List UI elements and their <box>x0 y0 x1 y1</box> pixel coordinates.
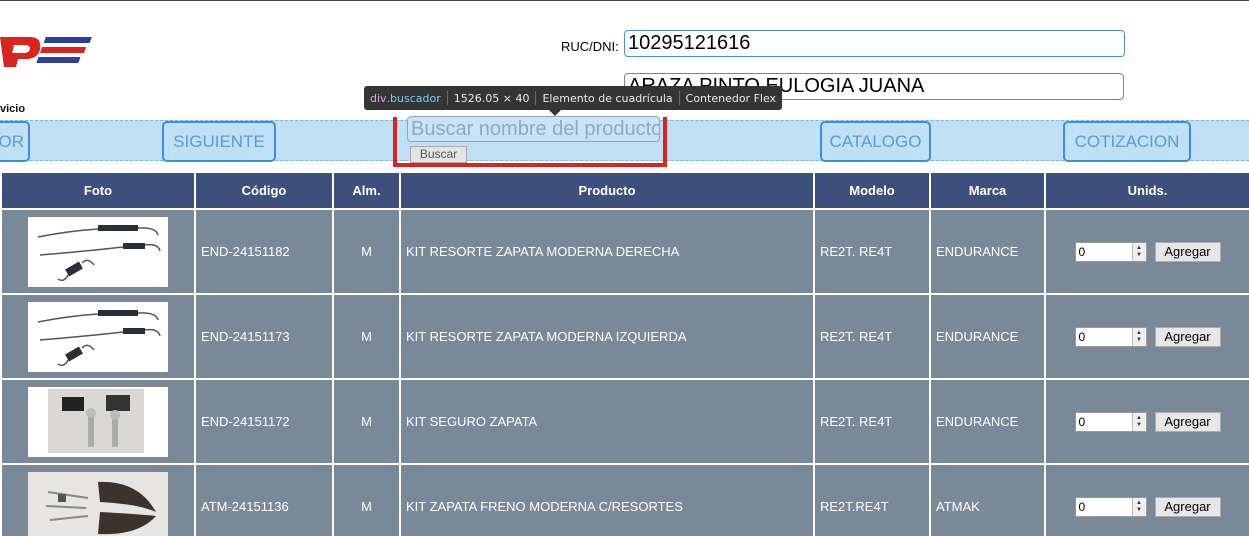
add-button[interactable]: Agregar <box>1154 411 1221 432</box>
ruc-input[interactable]: 10295121616 <box>624 30 1125 57</box>
add-button[interactable]: Agregar <box>1154 496 1221 517</box>
tooltip-tag: div <box>370 91 387 105</box>
product-brand: ENDURANCE <box>929 378 1046 465</box>
devtools-tooltip: div .buscador 1526.05 × 40 Elemento de cu… <box>364 86 783 110</box>
stepper-arrows-icon[interactable]: ▲ ▼ <box>1131 242 1146 261</box>
add-button[interactable]: Agregar <box>1154 326 1221 347</box>
stepper-arrows-icon[interactable]: ▲ ▼ <box>1131 497 1146 516</box>
tooltip-grid: Elemento de cuadrícula <box>542 91 673 105</box>
product-code: END-24151182 <box>194 208 334 295</box>
quantity-value: 0 <box>1078 329 1086 344</box>
product-code: END-24151173 <box>194 293 334 380</box>
products-table-wrapper: Foto Código Alm. Producto Modelo Marca U… <box>0 171 1249 536</box>
table-row: ATM-24151136 M KIT ZAPATA FRENO MODERNA C/… <box>0 463 1249 536</box>
add-button[interactable]: Agregar <box>1154 241 1221 262</box>
product-name: KIT SEGURO ZAPATA <box>399 378 815 465</box>
product-photo <box>7 471 189 536</box>
catalog-button[interactable]: CATALOGO <box>820 121 931 162</box>
product-name: KIT ZAPATA FRENO MODERNA C/RESORTES <box>399 463 815 536</box>
previous-button[interactable]: OR <box>0 121 30 162</box>
product-model: RE2T. RE4T <box>813 378 931 465</box>
col-header-units: Unids. <box>1044 171 1249 210</box>
product-brand: ENDURANCE <box>929 293 1046 380</box>
col-header-code: Código <box>194 171 334 210</box>
table-row: END-24151182 M KIT RESORTE ZAPATA MODERNA … <box>0 208 1249 295</box>
col-header-photo: Foto <box>0 171 196 210</box>
units-cell: 0 ▲ ▼ Agregar <box>1044 378 1249 465</box>
col-header-product: Producto <box>399 171 815 210</box>
tooltip-size: 1526.05 × 40 <box>453 91 530 105</box>
product-brand: ATMAK <box>929 463 1046 536</box>
product-brand: ENDURANCE <box>929 208 1046 295</box>
quantity-value: 0 <box>1078 244 1086 259</box>
products-table: Foto Código Alm. Producto Modelo Marca U… <box>0 171 1249 536</box>
quantity-value: 0 <box>1078 414 1086 429</box>
product-photo <box>7 216 189 287</box>
ruc-label: RUC/DNI: <box>561 39 619 54</box>
table-row: END-24151173 M KIT RESORTE ZAPATA MODERNA … <box>0 293 1249 380</box>
warehouse: M <box>332 208 401 295</box>
stepper-arrows-icon[interactable]: ▲ ▼ <box>1131 327 1146 346</box>
product-code: ATM-24151136 <box>194 463 334 536</box>
next-button[interactable]: SIGUIENTE <box>162 121 276 162</box>
quantity-stepper[interactable]: 0 ▲ ▼ <box>1074 496 1147 517</box>
quantity-stepper[interactable]: 0 ▲ ▼ <box>1074 411 1147 432</box>
col-header-model: Modelo <box>813 171 931 210</box>
warehouse: M <box>332 293 401 380</box>
product-photo-cell <box>0 463 196 536</box>
warehouse: M <box>332 378 401 465</box>
product-photo <box>7 386 189 457</box>
table-row: END-24151172 M KIT SEGURO ZAPATA RE2T. RE4T… <box>0 378 1249 465</box>
product-name: KIT RESORTE ZAPATA MODERNA IZQUIERDA <box>399 293 815 380</box>
tooltip-class: .buscador <box>386 91 441 105</box>
tooltip-arrow <box>549 110 561 116</box>
product-model: RE2T.RE4T <box>813 463 931 536</box>
quantity-value: 0 <box>1078 499 1086 514</box>
product-model: RE2T. RE4T <box>813 293 931 380</box>
stepper-arrows-icon[interactable]: ▲ ▼ <box>1131 412 1146 431</box>
quote-button[interactable]: COTIZACION <box>1063 121 1191 162</box>
table-header-row: Foto Código Alm. Producto Modelo Marca U… <box>0 171 1249 210</box>
col-header-brand: Marca <box>929 171 1046 210</box>
units-cell: 0 ▲ ▼ Agregar <box>1044 208 1249 295</box>
units-cell: 0 ▲ ▼ Agregar <box>1044 463 1249 536</box>
product-name: KIT RESORTE ZAPATA MODERNA DERECHA <box>399 208 815 295</box>
product-photo-cell <box>0 378 196 465</box>
product-photo-cell <box>0 293 196 380</box>
product-code: END-24151172 <box>194 378 334 465</box>
product-photo-cell <box>0 208 196 295</box>
tooltip-flex: Contenedor Flex <box>685 91 777 105</box>
company-logo: vicio <box>0 31 110 115</box>
product-model: RE2T. RE4T <box>813 208 931 295</box>
quantity-stepper[interactable]: 0 ▲ ▼ <box>1074 241 1147 262</box>
units-cell: 0 ▲ ▼ Agregar <box>1044 293 1249 380</box>
product-photo <box>7 301 189 372</box>
warehouse: M <box>332 463 401 536</box>
quantity-stepper[interactable]: 0 ▲ ▼ <box>1074 326 1147 347</box>
col-header-warehouse: Alm. <box>332 171 401 210</box>
logo-text: vicio <box>0 103 26 115</box>
highlight-annotation <box>393 117 667 167</box>
